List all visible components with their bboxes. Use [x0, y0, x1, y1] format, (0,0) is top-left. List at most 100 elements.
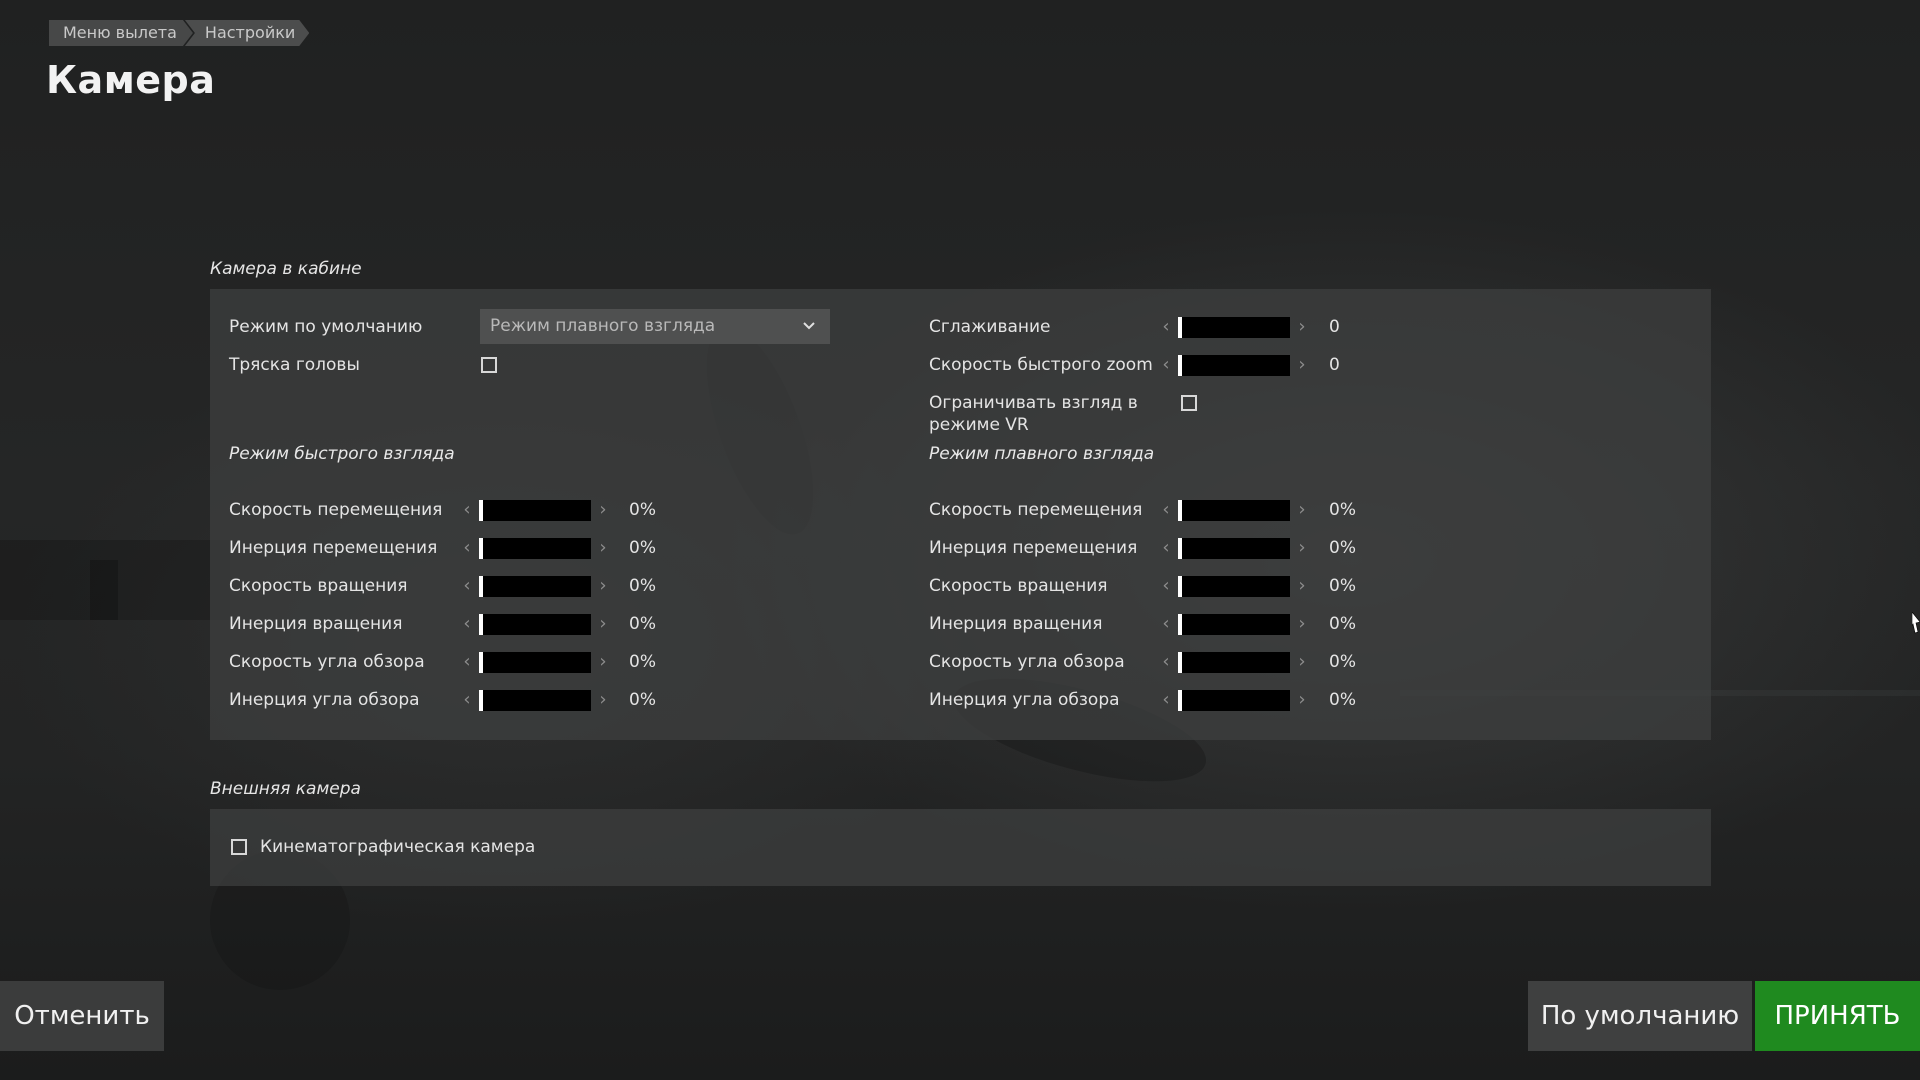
chevron-left-icon[interactable]: ‹: [1158, 354, 1174, 376]
vr-limit-checkbox[interactable]: [1181, 395, 1197, 411]
chevron-left-icon[interactable]: ‹: [1158, 575, 1174, 597]
chevron-right-icon[interactable]: ›: [595, 689, 611, 711]
slider-track[interactable]: [1178, 576, 1290, 597]
default-mode-value: Режим плавного взгляда: [490, 316, 716, 336]
slider-thumb[interactable]: [479, 652, 483, 673]
cancel-button[interactable]: Отменить: [0, 981, 164, 1051]
chevron-left-icon[interactable]: ‹: [459, 613, 475, 635]
page-title: Камера: [46, 58, 216, 102]
smooth-look-slider: ‹ › 0%: [1158, 651, 1358, 673]
slider-track[interactable]: [1178, 538, 1290, 559]
chevron-left-icon[interactable]: ‹: [1158, 537, 1174, 559]
chevron-left-icon[interactable]: ‹: [459, 499, 475, 521]
chevron-right-icon[interactable]: ›: [595, 651, 611, 673]
fast-look-row-label: Скорость угла обзора: [229, 652, 425, 672]
slider-thumb[interactable]: [1178, 355, 1182, 376]
slider-value: 0%: [1329, 690, 1356, 710]
chevron-right-icon[interactable]: ›: [595, 575, 611, 597]
fast-look-slider: ‹ › 0%: [459, 499, 659, 521]
head-shake-checkbox[interactable]: [481, 357, 497, 373]
slider-thumb[interactable]: [1178, 576, 1182, 597]
slider-value: 0%: [629, 690, 656, 710]
fast-look-row-label: Скорость вращения: [229, 576, 408, 596]
chevron-left-icon[interactable]: ‹: [1158, 651, 1174, 673]
chevron-left-icon[interactable]: ‹: [1158, 613, 1174, 635]
slider-value: 0%: [1329, 652, 1356, 672]
fast-look-row-label: Скорость перемещения: [229, 500, 443, 520]
slider-thumb[interactable]: [479, 614, 483, 635]
fast-look-row-label: Инерция угла обзора: [229, 690, 420, 710]
smooth-look-row-label: Инерция перемещения: [929, 538, 1138, 558]
slider-thumb[interactable]: [1178, 500, 1182, 521]
slider-track[interactable]: [1178, 355, 1290, 376]
smoothing-label: Сглаживание: [929, 317, 1051, 337]
fast-look-slider: ‹ › 0%: [459, 689, 659, 711]
reset-defaults-button[interactable]: По умолчанию: [1528, 981, 1752, 1051]
slider-track[interactable]: [1178, 500, 1290, 521]
slider-value: 0%: [629, 500, 656, 520]
chevron-right-icon[interactable]: ›: [1294, 575, 1310, 597]
slider-track[interactable]: [479, 690, 591, 711]
slider-track[interactable]: [1178, 614, 1290, 635]
slider-track[interactable]: [479, 538, 591, 559]
smooth-look-slider: ‹ › 0%: [1158, 575, 1358, 597]
smooth-look-row-label: Скорость вращения: [929, 576, 1108, 596]
cinematic-camera-checkbox[interactable]: [231, 839, 247, 855]
settings-screen: Меню вылета Настройки Камера Камера в ка…: [0, 0, 1920, 1080]
accept-button[interactable]: ПРИНЯТЬ: [1755, 981, 1920, 1051]
slider-thumb[interactable]: [479, 576, 483, 597]
slider-thumb[interactable]: [479, 690, 483, 711]
chevron-left-icon[interactable]: ‹: [1158, 499, 1174, 521]
chevron-right-icon[interactable]: ›: [1294, 316, 1310, 338]
chevron-right-icon[interactable]: ›: [1294, 651, 1310, 673]
chevron-right-icon[interactable]: ›: [1294, 689, 1310, 711]
slider-value: 0%: [1329, 538, 1356, 558]
fast-zoom-label: Скорость быстрого zoom: [929, 355, 1153, 375]
chevron-right-icon[interactable]: ›: [1294, 537, 1310, 559]
smooth-look-slider: ‹ › 0%: [1158, 613, 1358, 635]
chevron-right-icon[interactable]: ›: [595, 537, 611, 559]
chevron-left-icon[interactable]: ‹: [1158, 316, 1174, 338]
smooth-look-title: Режим плавного взгляда: [929, 444, 1155, 464]
chevron-right-icon[interactable]: ›: [1294, 499, 1310, 521]
chevron-right-icon[interactable]: ›: [595, 499, 611, 521]
fast-look-slider: ‹ › 0%: [459, 537, 659, 559]
chevron-left-icon[interactable]: ‹: [1158, 689, 1174, 711]
slider-thumb[interactable]: [1178, 690, 1182, 711]
slider-thumb[interactable]: [479, 538, 483, 559]
chevron-right-icon[interactable]: ›: [595, 613, 611, 635]
slider-track[interactable]: [479, 500, 591, 521]
head-shake-label: Тряска головы: [229, 355, 360, 375]
chevron-left-icon[interactable]: ‹: [459, 575, 475, 597]
slider-thumb[interactable]: [1178, 538, 1182, 559]
slider-value: 0%: [629, 538, 656, 558]
smooth-look-slider: ‹ › 0%: [1158, 499, 1358, 521]
chevron-left-icon[interactable]: ‹: [459, 651, 475, 673]
slider-value: 0%: [1329, 500, 1356, 520]
breadcrumb-item-flight-menu[interactable]: Меню вылета: [49, 20, 193, 46]
section-title-external-camera: Внешняя камера: [210, 779, 361, 799]
default-mode-dropdown[interactable]: Режим плавного взгляда: [480, 309, 830, 344]
slider-thumb[interactable]: [1178, 614, 1182, 635]
slider-thumb[interactable]: [479, 500, 483, 521]
slider-thumb[interactable]: [1178, 317, 1182, 338]
slider-track[interactable]: [1178, 317, 1290, 338]
chevron-right-icon[interactable]: ›: [1294, 613, 1310, 635]
fast-look-slider: ‹ › 0%: [459, 575, 659, 597]
breadcrumb-item-settings[interactable]: Настройки: [185, 20, 309, 46]
slider-track[interactable]: [479, 576, 591, 597]
slider-track[interactable]: [479, 652, 591, 673]
chevron-left-icon[interactable]: ‹: [459, 689, 475, 711]
slider-value: 0%: [629, 576, 656, 596]
slider-thumb[interactable]: [1178, 652, 1182, 673]
slider-value: 0%: [1329, 614, 1356, 634]
fast-look-row-label: Инерция перемещения: [229, 538, 438, 558]
slider-track[interactable]: [479, 614, 591, 635]
fast-look-row-label: Инерция вращения: [229, 614, 403, 634]
slider-value: 0%: [629, 652, 656, 672]
cinematic-camera-label[interactable]: Кинематографическая камера: [260, 837, 535, 857]
slider-track[interactable]: [1178, 690, 1290, 711]
chevron-left-icon[interactable]: ‹: [459, 537, 475, 559]
slider-track[interactable]: [1178, 652, 1290, 673]
chevron-right-icon[interactable]: ›: [1294, 354, 1310, 376]
